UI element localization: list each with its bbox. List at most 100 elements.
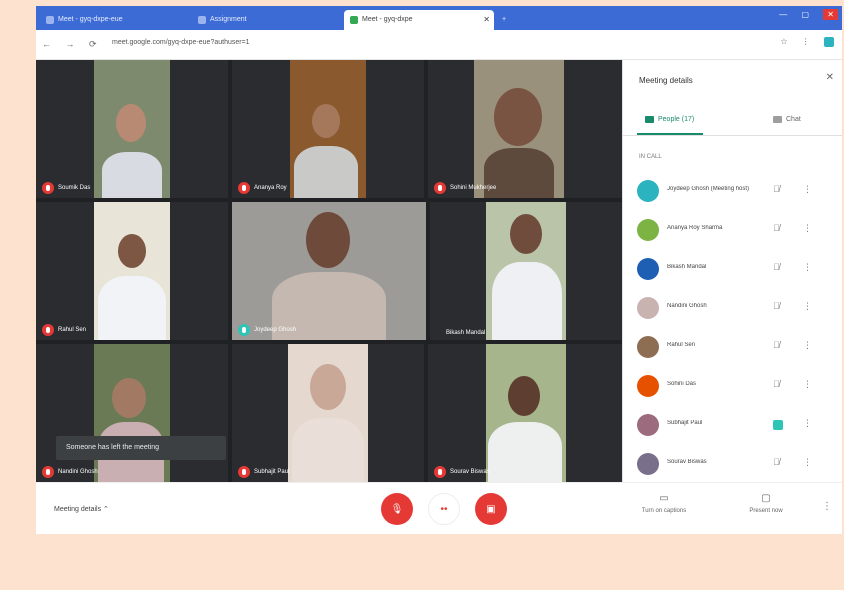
chat-icon xyxy=(773,116,782,123)
people-panel: Meeting details ✕ People (17) Chat IN CA… xyxy=(622,60,842,482)
mic-off-icon xyxy=(434,466,446,478)
participant-row[interactable]: Sohini Das 🎙̸ ⋮ xyxy=(623,367,842,405)
toolbar-icons[interactable]: ☆ ⋮ xyxy=(780,37,834,47)
address-bar: ← → ⟳ meet.google.com/gyq-dxpe-eue?authu… xyxy=(36,30,842,60)
url-field[interactable]: meet.google.com/gyq-dxpe-eue?authuser=1 xyxy=(112,39,250,46)
window-controls[interactable]: — ▢ ✕ xyxy=(779,9,838,20)
participant-tile-active[interactable]: Joydeep Ghosh xyxy=(232,202,426,340)
mic-off-icon: 🎙̸ xyxy=(773,457,780,467)
tile-label: Joydeep Ghosh xyxy=(238,324,296,336)
browser-tab-1[interactable]: Meet - gyq-dxpe-eue xyxy=(40,10,190,30)
participant-row[interactable]: Nandini Ghosh 🎙̸ ⋮ xyxy=(623,289,842,327)
favicon-icon xyxy=(46,16,54,24)
new-tab-button[interactable]: + xyxy=(496,10,520,30)
notification-toast: Someone has left the meeting xyxy=(56,436,226,460)
more-options-icon[interactable]: ⋮ xyxy=(803,340,812,351)
captions-icon: ▭ xyxy=(659,493,669,504)
participant-row[interactable]: Rahul Sen 🎙̸ ⋮ xyxy=(623,328,842,366)
participant-row[interactable]: Subhajit Paul ⋮ xyxy=(623,406,842,444)
mic-off-icon xyxy=(42,182,54,194)
video-grid: Soumik Das Ananya Roy Sohini Mukherjee R… xyxy=(36,60,622,482)
avatar xyxy=(637,336,659,358)
avatar xyxy=(637,180,659,202)
avatar xyxy=(637,414,659,436)
captions-button[interactable]: ▭ Turn on captions xyxy=(634,493,694,514)
tab-strip: Meet - gyq-dxpe-eue Assignment Meet - gy… xyxy=(36,6,842,30)
browser-tab-2[interactable]: Assignment xyxy=(192,10,342,30)
participant-row[interactable]: Sourav Biswas 🎙̸ ⋮ xyxy=(623,445,842,483)
mic-off-icon xyxy=(42,324,54,336)
avatar xyxy=(637,219,659,241)
favicon-icon xyxy=(350,16,358,24)
speaking-indicator-icon xyxy=(436,330,442,336)
profile-icon[interactable] xyxy=(824,37,834,47)
nav-buttons[interactable]: ← → ⟳ xyxy=(42,39,103,50)
people-icon xyxy=(645,116,654,123)
browser-window: Meet - gyq-dxpe-eue Assignment Meet - gy… xyxy=(36,6,842,534)
avatar xyxy=(637,297,659,319)
participant-tile[interactable]: Bikash Mandal xyxy=(430,202,622,340)
participant-row[interactable]: Ananya Roy Sharma 🎙̸ ⋮ xyxy=(623,211,842,249)
active-tab-indicator xyxy=(637,133,703,135)
more-options-icon[interactable]: ⋮ xyxy=(822,501,832,512)
hang-up-icon: •• xyxy=(440,503,448,515)
participant-tile[interactable]: Sohini Mukherjee xyxy=(428,60,622,198)
present-now-button[interactable]: ▢ Present now xyxy=(736,493,796,514)
camera-toggle-button[interactable]: ▣ xyxy=(475,493,507,525)
present-icon: ▢ xyxy=(761,493,771,504)
mic-on-icon xyxy=(238,324,250,336)
participant-tile[interactable]: Soumik Das xyxy=(36,60,228,198)
mic-off-icon: 🎙̸ xyxy=(773,184,780,194)
mic-off-icon xyxy=(42,466,54,478)
tile-label: Rahul Sen xyxy=(42,324,86,336)
more-options-icon[interactable]: ⋮ xyxy=(803,418,812,429)
favicon-icon xyxy=(198,16,206,24)
more-options-icon[interactable]: ⋮ xyxy=(803,262,812,273)
avatar xyxy=(637,453,659,475)
mic-off-icon xyxy=(238,182,250,194)
leave-call-button[interactable]: •• xyxy=(428,493,460,525)
browser-tab-3[interactable]: Meet - gyq-dxpe ✕ xyxy=(344,10,494,30)
close-panel-icon[interactable]: ✕ xyxy=(826,72,834,83)
tab-chat[interactable]: Chat xyxy=(773,116,801,123)
participant-tile[interactable]: Nandini Ghosh xyxy=(36,344,228,482)
tile-label: Nandini Ghosh xyxy=(42,466,98,478)
camera-off-icon: ▣ xyxy=(486,503,496,515)
more-options-icon[interactable]: ⋮ xyxy=(803,379,812,390)
mic-off-icon: 🎙 xyxy=(390,503,404,515)
mic-off-icon: 🎙̸ xyxy=(773,262,780,272)
avatar xyxy=(637,258,659,280)
tab-people[interactable]: People (17) xyxy=(645,116,694,123)
close-tab-icon[interactable]: ✕ xyxy=(483,15,490,24)
tile-label: Subhajit Paul xyxy=(238,466,289,478)
mic-off-icon: 🎙̸ xyxy=(773,379,780,389)
participant-tile[interactable]: Ananya Roy xyxy=(232,60,424,198)
tile-label: Sohini Mukherjee xyxy=(434,182,496,194)
window-close-icon[interactable]: ✕ xyxy=(823,9,838,20)
mic-toggle-button[interactable]: 🎙 xyxy=(381,493,413,525)
participant-row[interactable]: Bikash Mandal 🎙̸ ⋮ xyxy=(623,250,842,288)
more-options-icon[interactable]: ⋮ xyxy=(803,223,812,234)
meeting-details-button[interactable]: Meeting details ⌃ xyxy=(54,505,109,513)
call-controls-bar: Meeting details ⌃ 🎙 •• ▣ ▭ Turn on captio… xyxy=(36,482,842,534)
panel-tabs: People (17) Chat xyxy=(623,106,842,136)
participant-tile[interactable]: Subhajit Paul xyxy=(232,344,424,482)
mic-off-icon: 🎙̸ xyxy=(773,340,780,350)
mic-off-icon xyxy=(434,182,446,194)
participant-tile[interactable]: Sourav Biswas xyxy=(428,344,622,482)
mic-off-icon xyxy=(238,466,250,478)
mic-off-icon: 🎙̸ xyxy=(773,223,780,233)
panel-title: Meeting details xyxy=(639,76,693,85)
tile-label: Ananya Roy xyxy=(238,182,287,194)
participant-row[interactable]: Joydeep Ghosh (Meeting host) 🎙̸ ⋮ xyxy=(623,172,842,210)
more-options-icon[interactable]: ⋮ xyxy=(803,301,812,312)
participant-tile[interactable]: Rahul Sen xyxy=(36,202,228,340)
more-options-icon[interactable]: ⋮ xyxy=(803,457,812,468)
tile-label: Soumik Das xyxy=(42,182,90,194)
tile-label: Sourav Biswas xyxy=(434,466,490,478)
more-options-icon[interactable]: ⋮ xyxy=(803,184,812,195)
mic-on-icon xyxy=(773,420,783,430)
section-label: IN CALL xyxy=(639,154,662,160)
avatar xyxy=(637,375,659,397)
tile-label: Bikash Mandal xyxy=(436,330,485,336)
